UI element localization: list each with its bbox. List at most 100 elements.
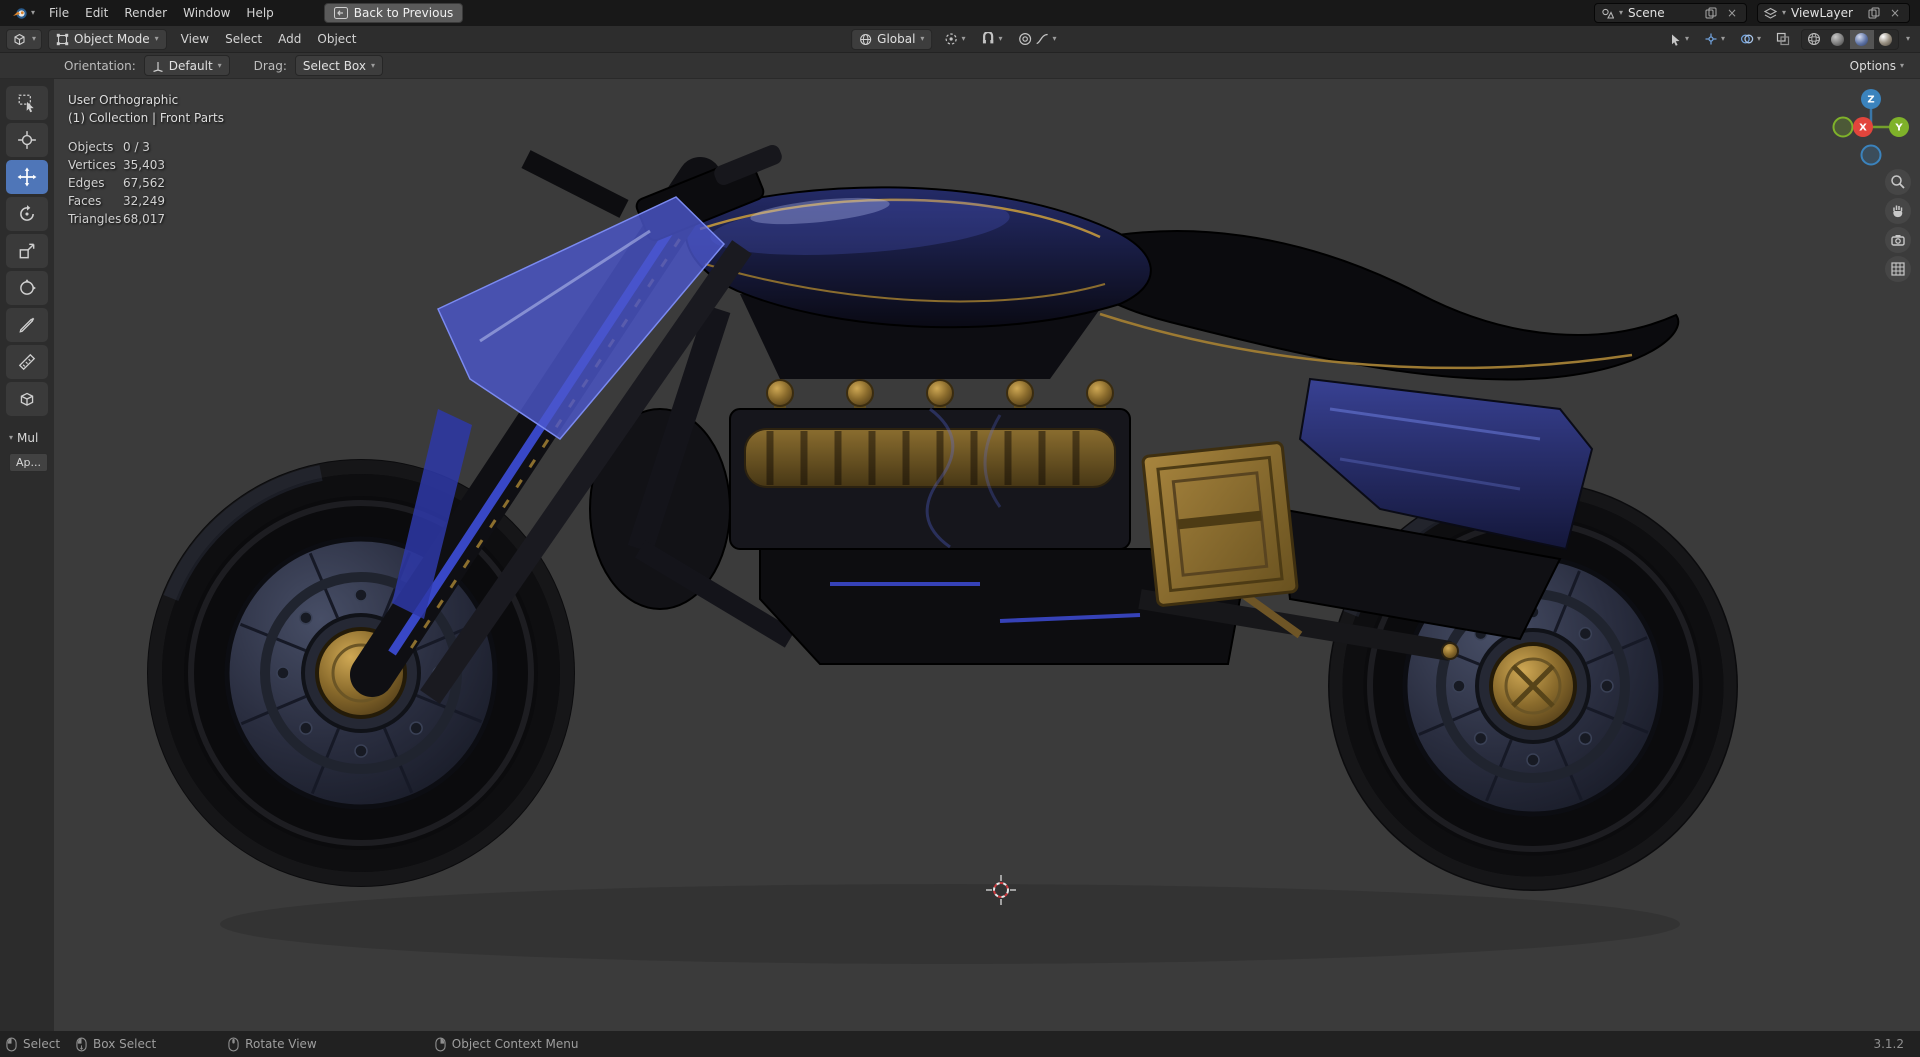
axis-x-positive[interactable]: X [1853,117,1873,137]
measure-icon [18,353,36,371]
viewport-canvas[interactable] [0,79,1920,1031]
chevron-down-icon: ▾ [1899,60,1904,70]
scale-tool[interactable] [6,234,48,268]
annotate-tool[interactable] [6,308,48,342]
zoom-button[interactable] [1885,169,1911,195]
scene-selector[interactable]: ▾ Scene × [1593,3,1747,23]
mouse-left-drag-icon [76,1037,87,1051]
hand-icon [1893,205,1903,218]
menu-file[interactable]: File [41,0,77,26]
keymap-box-select-label: Box Select [93,1037,157,1051]
viewlayer-name[interactable]: ViewLayer [1791,6,1861,20]
chevron-down-icon: ▾ [920,34,925,43]
viewport-editor-icon [14,33,25,45]
fuel-tank[interactable] [684,186,1152,379]
shading-wireframe-button[interactable] [1802,30,1826,49]
camera-view-button[interactable] [1885,227,1911,253]
mouse-middle-icon [228,1037,239,1051]
blender-menu-button[interactable]: ▾ [6,0,41,26]
stat-label: Triangles [68,212,122,226]
motorcycle-model[interactable] [147,143,1738,964]
add-cube-tool[interactable] [6,382,48,416]
axis-z-positive[interactable]: Z [1861,89,1881,109]
gold-crate[interactable] [1141,441,1299,607]
close-icon[interactable]: × [1724,5,1740,21]
pivot-point-button[interactable]: ▾ [940,29,969,50]
ground-shadow [220,884,1680,964]
material-sphere-icon [1855,32,1869,46]
viewlayer-icon [1763,7,1777,19]
orientation-default-dropdown[interactable]: Default ▾ [143,55,230,76]
chevron-down-icon: ▾ [1720,34,1725,43]
axis-z-label: Z [1867,95,1874,106]
transform-orientation-dropdown[interactable]: Global ▾ [851,28,933,50]
shading-material-button[interactable] [1849,29,1874,49]
mouse-left-icon [6,1037,17,1051]
close-icon[interactable]: × [1887,5,1903,21]
navigation-gizmo[interactable]: X Y Z [1826,82,1916,172]
annotate-icon [19,317,35,333]
axis-y-positive[interactable]: Y [1889,117,1909,137]
gizmos-toggle-button[interactable]: ▾ [1700,29,1729,50]
apply-button[interactable]: Ap... [9,453,48,472]
scene-name[interactable]: Scene [1628,6,1698,20]
menu-edit[interactable]: Edit [77,0,116,26]
menu-view[interactable]: View [173,26,217,52]
measure-tool[interactable] [6,345,48,379]
keymap-select: Select [6,1037,60,1052]
orientation-label: Global [877,32,916,46]
transform-tool[interactable] [6,271,48,305]
drag-mode-dropdown[interactable]: Select Box ▾ [294,55,384,76]
chevron-down-icon: ▾ [1905,34,1910,43]
stat-value: 35,403 [123,158,165,172]
menu-help[interactable]: Help [238,0,281,26]
keymap-box-select: Box Select [76,1037,156,1052]
chevron-down-icon: ▾ [1756,34,1761,43]
active-collection: (1) Collection | Front Parts [68,111,224,125]
gizmo-toggle-icon [1705,33,1717,45]
view-controls [1885,169,1911,282]
shading-solid-button[interactable] [1826,30,1850,49]
mode-dropdown[interactable]: Object Mode ▾ [48,28,167,50]
chevron-down-icon: ▾ [371,60,376,70]
cursor-tool-icon [18,131,36,149]
axis-z-negative[interactable] [1860,144,1882,166]
cursor-tool[interactable] [6,123,48,157]
xray-toggle-button[interactable] [1772,29,1794,50]
editor-type-button[interactable]: ▾ [6,28,43,50]
axis-y-label: Y [1894,123,1903,134]
back-to-previous-button[interactable]: Back to Previous [323,3,464,23]
shading-rendered-button[interactable] [1874,30,1898,49]
pan-button[interactable] [1885,198,1911,224]
move-tool[interactable] [6,160,48,194]
snap-toggle-button[interactable]: ▾ [977,29,1006,50]
perspective-toggle-button[interactable] [1885,256,1911,282]
view-name: User Orthographic [68,93,179,107]
tail-cowl[interactable] [1053,230,1680,381]
overlays-toggle-button[interactable]: ▾ [1736,29,1765,50]
new-scene-button[interactable] [1703,5,1719,21]
object-visibility-filter-button[interactable]: ▾ [1665,29,1693,50]
transform-icon [20,279,36,295]
blender-logo-icon [13,8,27,19]
stat-row: Objects 0 / 3 [68,138,224,156]
keymap-context-menu: Object Context Menu [435,1037,578,1052]
proportional-editing-button[interactable]: ▾ [1014,29,1060,50]
select-box-tool[interactable] [6,86,48,120]
menu-window[interactable]: Window [175,0,238,26]
options-dropdown[interactable]: Options ▾ [1850,59,1910,73]
new-viewlayer-button[interactable] [1866,5,1882,21]
stat-row: Vertices 35,403 [68,156,224,174]
viewport-3d[interactable]: ▾ Mul Ap... User Orthographic (1) Collec… [0,79,1920,1031]
menu-object[interactable]: Object [309,26,364,52]
axis-y-negative[interactable] [1832,116,1854,138]
operator-panel-header[interactable]: ▾ Mul [9,431,48,445]
menu-render[interactable]: Render [116,0,175,26]
chevron-down-icon: ▾ [217,60,222,70]
menu-add[interactable]: Add [270,26,309,52]
chevron-down-icon: ▾ [1684,34,1689,43]
viewlayer-selector[interactable]: ▾ ViewLayer × [1756,3,1910,23]
rotate-tool[interactable] [6,197,48,231]
proportional-edit-icon [1019,32,1032,46]
menu-select[interactable]: Select [217,26,270,52]
